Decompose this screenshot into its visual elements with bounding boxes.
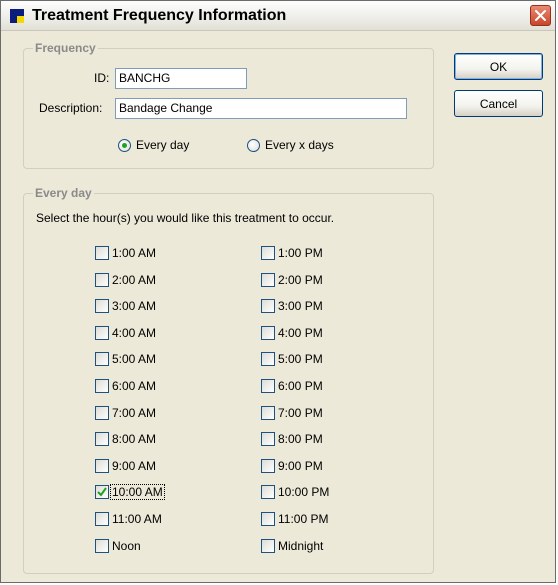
checkbox-midnight-label: Midnight xyxy=(278,538,324,553)
checkbox-8-00-am-box xyxy=(95,432,109,447)
description-field[interactable]: Bandage Change xyxy=(115,98,407,119)
checkbox-2-00-am-box xyxy=(95,272,109,287)
checkbox-2-00-pm-box xyxy=(261,272,275,287)
checkbox-4-00-pm[interactable]: 4:00 PM xyxy=(261,325,324,341)
checkbox-11-00-am-label: 11:00 AM xyxy=(112,512,162,526)
checkbox-10-00-am-box xyxy=(95,485,109,500)
checkbox-midnight[interactable]: Midnight xyxy=(261,538,324,554)
checkbox-11-00-pm-label: 11:00 PM xyxy=(278,512,329,526)
id-field[interactable]: BANCHG xyxy=(115,68,247,89)
checkbox-4-00-pm-label: 4:00 PM xyxy=(278,325,323,340)
checkbox-7-00-am-box xyxy=(95,405,109,420)
checkbox-6-00-pm-label: 6:00 PM xyxy=(278,379,323,393)
checkbox-11-00-pm-box xyxy=(261,512,275,526)
radio-every-day[interactable]: Every day xyxy=(118,138,189,152)
ok-button[interactable]: OK xyxy=(454,53,543,80)
app-icon xyxy=(10,9,24,23)
checkbox-3-00-pm-label: 3:00 PM xyxy=(278,299,323,314)
checkbox-2-00-pm[interactable]: 2:00 PM xyxy=(261,272,324,288)
checkbox-9-00-am[interactable]: 9:00 AM xyxy=(95,458,157,474)
checkbox-5-00-am-label: 5:00 AM xyxy=(112,352,157,367)
checkbox-3-00-pm[interactable]: 3:00 PM xyxy=(261,298,324,314)
checkbox-6-00-pm-box xyxy=(261,379,275,393)
checkbox-7-00-am[interactable]: 7:00 AM xyxy=(95,405,157,421)
checkbox-4-00-am-box xyxy=(95,325,109,340)
checkbox-4-00-am-label: 4:00 AM xyxy=(112,325,157,340)
checkbox-3-00-pm-box xyxy=(261,299,275,314)
checkbox-8-00-pm-box xyxy=(261,432,275,447)
checkbox-11-00-am[interactable]: 11:00 AM xyxy=(95,511,163,527)
cancel-button[interactable]: Cancel xyxy=(454,90,543,117)
dialog-window: Treatment Frequency Information Frequenc… xyxy=(0,0,556,583)
checkbox-3-00-am-box xyxy=(95,299,109,314)
radio-every-x-days-label: Every x days xyxy=(265,138,334,152)
checkbox-2-00-am[interactable]: 2:00 AM xyxy=(95,272,157,288)
checkbox-8-00-am[interactable]: 8:00 AM xyxy=(95,431,157,447)
checkbox-11-00-pm[interactable]: 11:00 PM xyxy=(261,511,329,527)
checkbox-4-00-am[interactable]: 4:00 AM xyxy=(95,325,157,341)
close-icon xyxy=(535,10,546,21)
checkbox-5-00-am-box xyxy=(95,352,109,367)
checkbox-9-00-pm-box xyxy=(261,458,275,473)
checkbox-2-00-pm-label: 2:00 PM xyxy=(278,272,323,287)
description-label: Description: xyxy=(39,101,103,115)
checkbox-10-00-pm-box xyxy=(261,485,275,500)
close-button[interactable] xyxy=(530,5,551,26)
title-bar[interactable]: Treatment Frequency Information xyxy=(1,1,555,31)
checkbox-10-00-am-label: 10:00 AM xyxy=(110,484,165,501)
checkbox-8-00-pm-label: 8:00 PM xyxy=(278,432,323,447)
checkbox-1-00-pm-label: 1:00 PM xyxy=(278,246,323,260)
checkbox-noon[interactable]: Noon xyxy=(95,538,142,554)
checkbox-8-00-pm[interactable]: 8:00 PM xyxy=(261,431,324,447)
radio-every-x-days[interactable]: Every x days xyxy=(247,138,334,152)
checkbox-noon-box xyxy=(95,538,109,553)
checkbox-5-00-am[interactable]: 5:00 AM xyxy=(95,351,157,367)
checkbox-7-00-pm[interactable]: 7:00 PM xyxy=(261,405,324,421)
checkbox-9-00-am-label: 9:00 AM xyxy=(112,458,157,473)
checkmark-icon xyxy=(97,487,107,497)
checkbox-10-00-am[interactable]: 10:00 AM xyxy=(95,484,165,501)
checkbox-noon-label: Noon xyxy=(112,538,141,553)
checkbox-1-00-pm-box xyxy=(261,246,275,260)
checkbox-10-00-pm[interactable]: 10:00 PM xyxy=(261,484,330,500)
checkbox-1-00-am-box xyxy=(95,246,109,260)
checkbox-10-00-pm-label: 10:00 PM xyxy=(278,485,330,500)
radio-every-day-label: Every day xyxy=(136,138,190,152)
checkbox-5-00-pm[interactable]: 5:00 PM xyxy=(261,351,324,367)
checkbox-1-00-am-label: 1:00 AM xyxy=(112,246,157,260)
radio-every-day-indicator xyxy=(118,138,131,152)
checkbox-1-00-am[interactable]: 1:00 AM xyxy=(95,245,157,261)
every-day-group: Every day xyxy=(23,186,434,574)
checkbox-6-00-am[interactable]: 6:00 AM xyxy=(95,378,157,394)
radio-every-x-days-indicator xyxy=(247,138,260,152)
id-label: ID: xyxy=(94,71,110,85)
checkbox-8-00-am-label: 8:00 AM xyxy=(112,432,157,447)
checkbox-7-00-pm-label: 7:00 PM xyxy=(278,405,323,420)
frequency-legend: Frequency xyxy=(33,41,98,55)
checkbox-7-00-pm-box xyxy=(261,405,275,420)
checkbox-4-00-pm-box xyxy=(261,325,275,340)
checkbox-9-00-am-box xyxy=(95,458,109,473)
checkbox-6-00-am-label: 6:00 AM xyxy=(112,379,157,393)
checkbox-3-00-am[interactable]: 3:00 AM xyxy=(95,298,157,314)
checkbox-3-00-am-label: 3:00 AM xyxy=(112,299,157,314)
checkbox-5-00-pm-label: 5:00 PM xyxy=(278,352,323,367)
checkbox-5-00-pm-box xyxy=(261,352,275,367)
checkbox-6-00-pm[interactable]: 6:00 PM xyxy=(261,378,324,394)
checkbox-9-00-pm[interactable]: 9:00 PM xyxy=(261,458,324,474)
every-day-legend: Every day xyxy=(33,186,94,200)
checkbox-1-00-pm[interactable]: 1:00 PM xyxy=(261,245,324,261)
window-title: Treatment Frequency Information xyxy=(32,7,287,24)
checkbox-7-00-am-label: 7:00 AM xyxy=(112,405,157,420)
checkbox-6-00-am-box xyxy=(95,379,109,393)
checkbox-2-00-am-label: 2:00 AM xyxy=(112,272,157,287)
checkbox-9-00-pm-label: 9:00 PM xyxy=(278,458,323,473)
instruction-text: Select the hour(s) you would like this t… xyxy=(36,211,335,225)
checkbox-11-00-am-box xyxy=(95,512,109,526)
checkbox-midnight-box xyxy=(261,538,275,553)
